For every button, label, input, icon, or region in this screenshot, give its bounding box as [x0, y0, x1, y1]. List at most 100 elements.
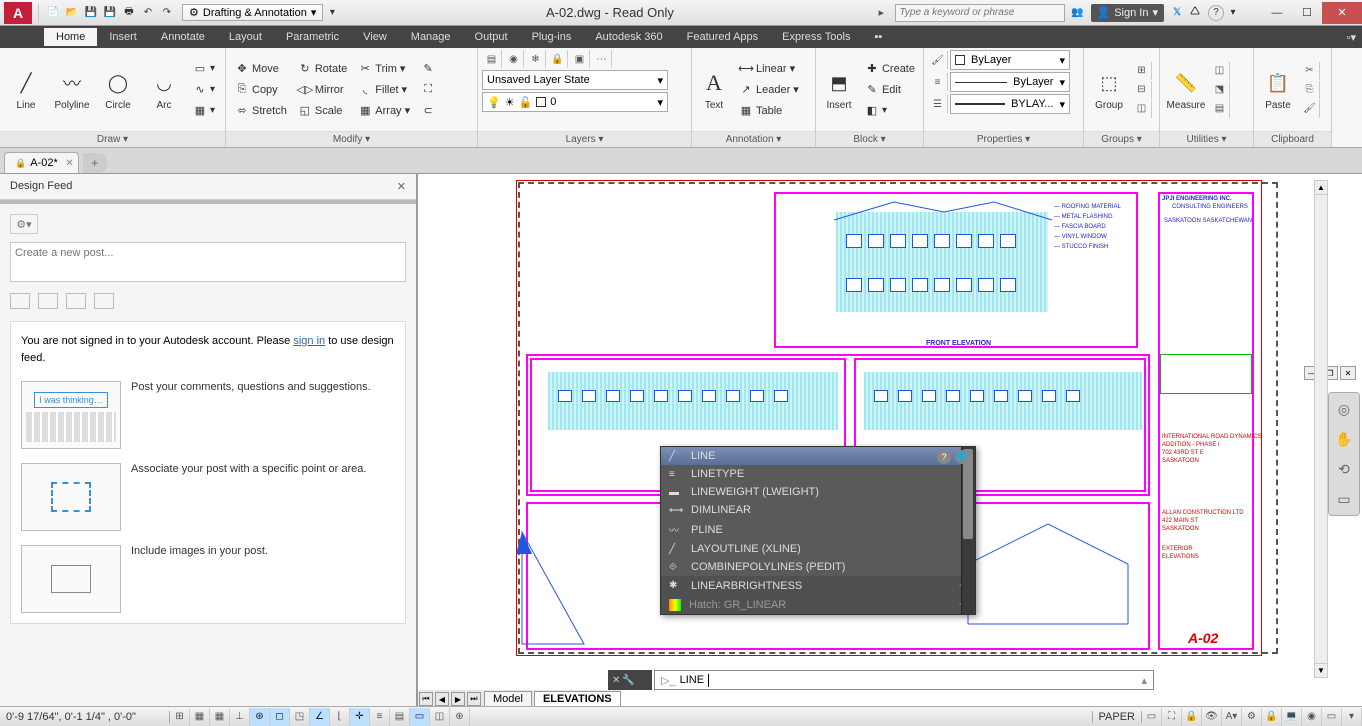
tpy-icon[interactable]: ▤	[390, 708, 410, 726]
ducs-icon[interactable]: ⌊	[330, 708, 350, 726]
linear-dim-button[interactable]: ⟷Linear ▾	[734, 59, 803, 79]
custom-icon[interactable]: ▾	[1342, 708, 1362, 726]
explode-button[interactable]: ⛶	[416, 80, 440, 100]
qat-redo-icon[interactable]: ↷	[158, 4, 176, 22]
list-icon[interactable]: ☰	[928, 95, 948, 113]
arc-button[interactable]: ◡Arc	[142, 58, 186, 122]
layout-next-icon[interactable]: ▶	[451, 692, 465, 706]
tab-overflow-icon[interactable]: ▪▪	[862, 28, 894, 46]
signin-button[interactable]: 👤 Sign In ▾	[1091, 4, 1164, 22]
sc-icon[interactable]: ◫	[430, 708, 450, 726]
panel-properties-title[interactable]: Properties ▾	[924, 131, 1083, 147]
layout-max-icon[interactable]: ⛶	[1162, 708, 1182, 726]
text-button[interactable]: AText	[696, 58, 732, 122]
drawing-canvas[interactable]: — ❐ ✕ ◎ ✋ ⟲ ▭ JPJI ENGINEERING INC. CONS…	[418, 174, 1362, 706]
infocenter-icon[interactable]: 👥	[1069, 4, 1087, 22]
trim-button[interactable]: ✂Trim ▾	[353, 59, 414, 79]
lwt-icon[interactable]: ≡	[370, 708, 390, 726]
measure-button[interactable]: 📏Measure	[1164, 58, 1208, 122]
qat-save-icon[interactable]: 💾	[82, 4, 100, 22]
qat-undo-icon[interactable]: ↶	[139, 4, 157, 22]
stretch-button[interactable]: ⬄Stretch	[230, 101, 291, 121]
workspace-selector[interactable]: ⚙ Drafting & Annotation ▾	[182, 4, 323, 21]
panel-groups-title[interactable]: Groups ▾	[1084, 131, 1159, 147]
tag-person-icon[interactable]	[66, 293, 86, 309]
vscrollbar[interactable]: ▲ ▼	[1314, 180, 1328, 678]
edit-attr-button[interactable]: ◧▾	[860, 101, 919, 121]
close-tab-icon[interactable]: ✕	[65, 158, 73, 169]
tab-home[interactable]: Home	[44, 28, 97, 46]
help-chevron-icon[interactable]: ▾	[1224, 4, 1242, 22]
tab-manage[interactable]: Manage	[399, 28, 463, 46]
offset-button[interactable]: ⊂	[416, 101, 440, 121]
mirror-button[interactable]: ◁▷Mirror	[293, 80, 351, 100]
close-button[interactable]: ✕	[1322, 2, 1362, 24]
attach-image-icon[interactable]	[94, 293, 114, 309]
search-input[interactable]	[895, 4, 1065, 22]
cut-icon[interactable]: ✂	[1300, 62, 1320, 80]
pin-icon[interactable]	[38, 293, 58, 309]
lineweight-selector[interactable]: BYLAY...▾	[950, 94, 1070, 114]
help-icon[interactable]: ?	[1208, 5, 1224, 21]
exchange-x-icon[interactable]: 𝕏	[1168, 4, 1186, 22]
layeroff-icon[interactable]: ◉	[504, 50, 524, 68]
tag-area-icon[interactable]	[10, 293, 30, 309]
groupbox-icon[interactable]: ◫	[1132, 100, 1152, 118]
snap-icon[interactable]: ▦	[190, 708, 210, 726]
ann-auto-icon[interactable]: A▾	[1222, 708, 1242, 726]
rotate-button[interactable]: ↻Rotate	[293, 59, 351, 79]
scale-button[interactable]: ◱Scale	[293, 101, 351, 121]
osnap-icon[interactable]: ◻	[270, 708, 290, 726]
leader-button[interactable]: ↗Leader ▾	[734, 80, 803, 100]
dyn-icon[interactable]: ✛	[350, 708, 370, 726]
selectall-icon[interactable]: ◫	[1210, 62, 1230, 80]
ann-scale-icon[interactable]: 🔒	[1182, 708, 1202, 726]
pan-icon[interactable]: ✋	[1332, 427, 1356, 451]
ac-item-pline[interactable]: 〰PLINE	[661, 519, 975, 540]
tab-annotate[interactable]: Annotate	[149, 28, 217, 46]
am-icon[interactable]: ⊕	[450, 708, 470, 726]
layout-tab-elev[interactable]: ELEVATIONS	[534, 691, 621, 707]
qat-saveas-icon[interactable]: 💾	[101, 4, 119, 22]
ac-item-linetype[interactable]: ≡LINETYPE	[661, 465, 975, 483]
panel-draw-title[interactable]: Draw ▾	[0, 131, 225, 147]
isolate-icon[interactable]: ◉	[1302, 708, 1322, 726]
tab-parametric[interactable]: Parametric	[274, 28, 351, 46]
app-logo[interactable]: A	[4, 2, 32, 24]
panel-utilities-title[interactable]: Utilities ▾	[1160, 131, 1253, 147]
layercolor-icon[interactable]: ▣	[570, 50, 590, 68]
ribbon-minimize-icon[interactable]: ▫▾	[1341, 28, 1362, 47]
add-tab-button[interactable]: +	[83, 153, 107, 173]
copy-clip-icon[interactable]: ⎘	[1300, 81, 1320, 99]
ortho-icon[interactable]: ⊥	[230, 708, 250, 726]
table-button[interactable]: ▦Table	[734, 101, 803, 121]
qat-plot-icon[interactable]: 🖶	[120, 4, 138, 22]
layerprop-icon[interactable]: ▤	[482, 50, 502, 68]
layout-prev-icon[interactable]: ◀	[435, 692, 449, 706]
layermore-icon[interactable]: ⋯	[592, 50, 612, 68]
ac-item-hatch[interactable]: Hatch: GR_LINEAR✦	[661, 595, 975, 614]
move-button[interactable]: ✥Move	[230, 59, 291, 79]
command-input[interactable]: ▷_ LINE ▴	[654, 670, 1154, 690]
otrack-icon[interactable]: ∠	[310, 708, 330, 726]
qat-new-icon[interactable]: 📄	[44, 4, 62, 22]
create-block-button[interactable]: ✚Create	[860, 59, 919, 79]
grid-icon[interactable]: ▦	[210, 708, 230, 726]
matchprop-icon[interactable]: 🖌	[928, 51, 948, 69]
signin-link[interactable]: sign in	[293, 335, 325, 347]
line-button[interactable]: ╱Line	[4, 58, 48, 122]
scroll-down-icon[interactable]: ▼	[1315, 663, 1327, 677]
paste-button[interactable]: 📋Paste	[1258, 58, 1298, 122]
ac-item-dimlinear[interactable]: ⟷DIMLINEAR	[661, 501, 975, 519]
layout-tab-model[interactable]: Model	[484, 691, 532, 707]
hardware-icon[interactable]: 💻	[1282, 708, 1302, 726]
qp-icon[interactable]: ▭	[410, 708, 430, 726]
tab-layout[interactable]: Layout	[217, 28, 274, 46]
panel-close-icon[interactable]: ✕	[397, 180, 406, 193]
new-post-input[interactable]	[10, 242, 406, 282]
linetype-selector[interactable]: ByLayer▾	[950, 72, 1070, 92]
polyline-button[interactable]: 〰Polyline	[50, 58, 94, 122]
circle-button[interactable]: ◯Circle	[96, 58, 140, 122]
clean-icon[interactable]: ▭	[1322, 708, 1342, 726]
orbit-icon[interactable]: ⟲	[1332, 457, 1356, 481]
